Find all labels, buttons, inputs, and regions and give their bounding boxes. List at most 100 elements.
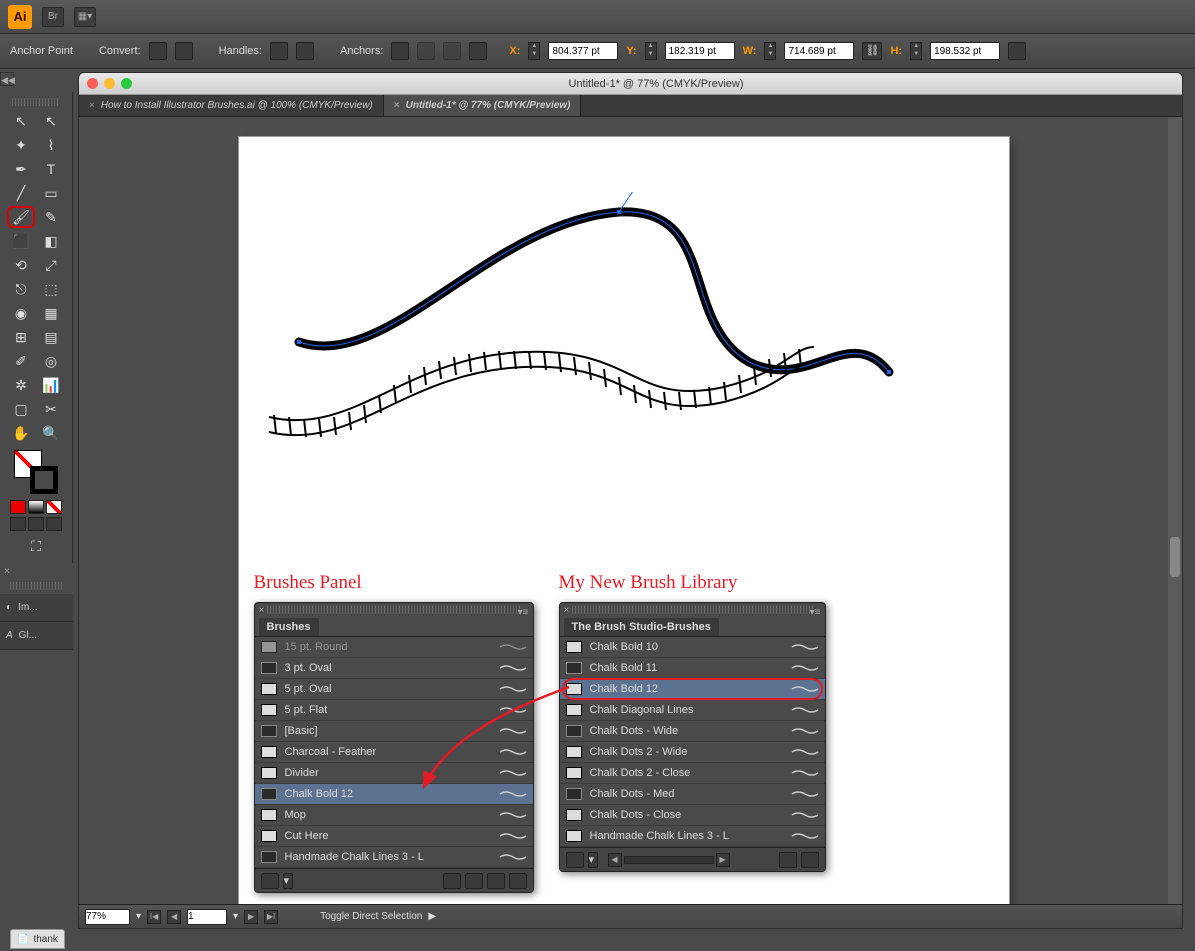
rotate-tool[interactable]: ⟲: [7, 254, 35, 276]
document-tab[interactable]: ×Untitled-1* @ 77% (CMYK/Preview): [384, 95, 582, 116]
h-stepper[interactable]: ▲▼: [910, 42, 922, 60]
brush-list-item[interactable]: Handmade Chalk Lines 3 - L: [560, 826, 825, 847]
fill-stroke-control[interactable]: [14, 450, 58, 494]
gradient-tool[interactable]: ▤: [37, 326, 65, 348]
handles-icon-1[interactable]: [270, 42, 288, 60]
close-tab-icon[interactable]: ×: [394, 100, 400, 111]
panel-grip-icon[interactable]: [267, 606, 521, 614]
eyedropper-tool[interactable]: ✐: [7, 350, 35, 372]
anchors-connect-icon[interactable]: [417, 42, 435, 60]
image-trace-panel-tab[interactable]: ◐Im...: [0, 594, 73, 622]
brush-list-item[interactable]: Chalk Dots 2 - Close: [560, 763, 825, 784]
type-tool[interactable]: T: [37, 158, 65, 180]
libraries-menu-icon[interactable]: ▾: [283, 873, 293, 889]
direct-selection-tool[interactable]: ↖: [37, 110, 65, 132]
remove-stroke-icon[interactable]: [443, 873, 461, 889]
brush-list-item[interactable]: Mop: [255, 805, 533, 826]
libraries-menu-icon[interactable]: ▾: [588, 852, 598, 868]
first-artboard-icon[interactable]: I◀: [147, 910, 161, 924]
zoom-tool[interactable]: 🔍: [37, 422, 65, 444]
symbol-sprayer-tool[interactable]: ✲: [7, 374, 35, 396]
anchors-cut-icon[interactable]: [443, 42, 461, 60]
status-mode-label[interactable]: Toggle Direct Selection: [320, 911, 422, 922]
color-swatch-icon[interactable]: [10, 500, 26, 514]
screen-mode-button[interactable]: ⛶: [22, 535, 50, 557]
align-pixel-icon[interactable]: [1008, 42, 1026, 60]
next-artboard-icon[interactable]: ▶: [244, 910, 258, 924]
brush-libraries-icon[interactable]: [566, 852, 584, 868]
artboard[interactable]: Brushes Panel My New Brush Library × ▾≡ …: [239, 137, 1009, 929]
delete-brush-icon[interactable]: [509, 873, 527, 889]
panel-close-icon[interactable]: ×: [259, 605, 265, 616]
panel-close-icon[interactable]: ×: [564, 605, 570, 616]
bridge-button[interactable]: Br: [42, 7, 64, 27]
slice-tool[interactable]: ✂: [37, 398, 65, 420]
pattern-brush-stroke[interactable]: [254, 337, 834, 457]
y-stepper[interactable]: ▲▼: [645, 42, 657, 60]
blend-tool[interactable]: ◎: [37, 350, 65, 372]
hand-tool[interactable]: ✋: [7, 422, 35, 444]
pen-tool[interactable]: ✒: [7, 158, 35, 180]
zoom-dropdown-icon[interactable]: ▾: [136, 911, 141, 922]
vertical-scrollbar[interactable]: [1168, 117, 1182, 904]
draw-normal-icon[interactable]: [10, 517, 26, 531]
rectangle-tool[interactable]: ▭: [37, 182, 65, 204]
anchors-remove-icon[interactable]: [391, 42, 409, 60]
scroll-left-icon[interactable]: ◀: [608, 853, 622, 867]
dock-close-icon[interactable]: ×: [4, 566, 10, 577]
scrollbar[interactable]: [624, 856, 714, 864]
artboard-tool[interactable]: ▢: [7, 398, 35, 420]
graph-tool[interactable]: 📊: [37, 374, 65, 396]
panel-tab[interactable]: Brushes: [259, 618, 319, 636]
w-stepper[interactable]: ▲▼: [764, 42, 776, 60]
lasso-tool[interactable]: ⌇: [37, 134, 65, 156]
brush-list-item[interactable]: Chalk Dots - Wide: [560, 721, 825, 742]
blob-brush-tool[interactable]: ⬛: [7, 230, 35, 252]
status-mode-dropdown-icon[interactable]: ▶: [428, 911, 436, 922]
w-input[interactable]: [784, 42, 854, 60]
x-stepper[interactable]: ▲▼: [528, 42, 540, 60]
zoom-input[interactable]: [85, 909, 130, 925]
brush-list-item[interactable]: Chalk Bold 11: [560, 658, 825, 679]
width-tool[interactable]: ⎋: [7, 278, 35, 300]
last-artboard-icon[interactable]: ▶I: [264, 910, 278, 924]
brush-list-item[interactable]: Handmade Chalk Lines 3 - L: [255, 847, 533, 868]
scrollbar-thumb[interactable]: [1170, 537, 1180, 577]
artboard-input[interactable]: [187, 909, 227, 925]
brush-list-item[interactable]: Chalk Bold 12: [560, 679, 825, 700]
brush-list-item[interactable]: Chalk Bold 10: [560, 637, 825, 658]
mesh-tool[interactable]: ⊞: [7, 326, 35, 348]
panel-grip-icon[interactable]: [12, 98, 60, 106]
canvas-area[interactable]: Brushes Panel My New Brush Library × ▾≡ …: [79, 117, 1168, 904]
handles-icon-2[interactable]: [296, 42, 314, 60]
draw-behind-icon[interactable]: [28, 517, 44, 531]
artboard-dropdown-icon[interactable]: ▾: [233, 911, 238, 922]
window-zoom-icon[interactable]: [121, 78, 132, 89]
scroll-right-icon[interactable]: ▶: [716, 853, 730, 867]
close-tab-icon[interactable]: ×: [89, 100, 95, 111]
prev-artboard-icon[interactable]: ◀: [167, 910, 181, 924]
isolate-icon[interactable]: [469, 42, 487, 60]
panel-menu-icon[interactable]: ▾≡: [810, 607, 821, 618]
convert-smooth-icon[interactable]: [175, 42, 193, 60]
prev-library-icon[interactable]: [779, 852, 797, 868]
link-wh-icon[interactable]: ⛓: [862, 42, 882, 60]
brush-list-item[interactable]: 15 pt. Round: [255, 637, 533, 658]
brush-list-item[interactable]: Chalk Dots - Close: [560, 805, 825, 826]
x-input[interactable]: [548, 42, 618, 60]
magic-wand-tool[interactable]: ✦: [7, 134, 35, 156]
next-library-icon[interactable]: [801, 852, 819, 868]
panel-grip-icon[interactable]: [10, 582, 63, 590]
draw-inside-icon[interactable]: [46, 517, 62, 531]
arrange-documents-button[interactable]: ▦▾: [74, 7, 96, 27]
selection-tool[interactable]: ↖: [7, 110, 35, 132]
window-titlebar[interactable]: Untitled-1* @ 77% (CMYK/Preview): [79, 73, 1182, 95]
stroke-swatch-icon[interactable]: [30, 466, 58, 494]
brush-list-item[interactable]: Chalk Dots - Med: [560, 784, 825, 805]
h-input[interactable]: [930, 42, 1000, 60]
glyphs-panel-tab[interactable]: AGl...: [0, 622, 73, 650]
eraser-tool[interactable]: ◧: [37, 230, 65, 252]
panel-menu-icon[interactable]: ▾≡: [518, 607, 529, 618]
options-icon[interactable]: [465, 873, 483, 889]
panel-tab[interactable]: The Brush Studio-Brushes: [564, 618, 719, 636]
